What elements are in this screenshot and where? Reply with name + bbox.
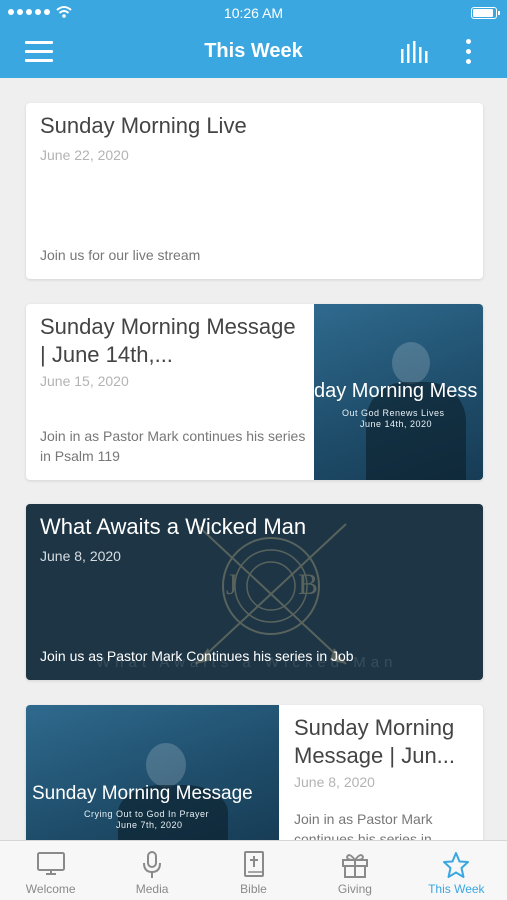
tab-media[interactable]: Media: [101, 841, 202, 900]
card-description: Join us as Pastor Mark Continues his ser…: [40, 648, 354, 664]
feed-card[interactable]: Sunday Morning Live June 22, 2020 Join u…: [26, 103, 483, 279]
bible-icon: [243, 851, 264, 877]
thumbnail-subtitle: Out God Renews Lives: [342, 408, 445, 418]
card-description: Join in as Pastor Mark continues his ser…: [40, 428, 306, 464]
tab-label: Giving: [337, 882, 372, 896]
card-date: June 8, 2020: [40, 548, 121, 564]
emblem-letter-j: J: [226, 568, 238, 601]
card-description: Join in as Pastor Mark continues his ser…: [294, 811, 433, 840]
feed-card[interactable]: Sunday Morning Message Crying Out to God…: [26, 705, 483, 840]
feed-card[interactable]: Sunday Morning Message | June 14th,... J…: [26, 304, 483, 480]
feed-card[interactable]: J B What Awaits a Wicked Man June 8, 202…: [26, 504, 483, 680]
thumbnail-subtitle: Crying Out to God In Prayer: [84, 809, 210, 819]
status-time: 10:26 AM: [223, 5, 284, 21]
star-icon: [443, 852, 470, 878]
week-feed: Sunday Morning Live June 22, 2020 Join u…: [0, 78, 507, 840]
microphone-icon: [143, 851, 162, 878]
bottom-tab-bar: Welcome Media Bible Giving This Week: [0, 840, 507, 900]
tab-label: This Week: [428, 882, 485, 896]
thumbnail-date: June 14th, 2020: [360, 419, 433, 429]
card-title: Sunday Morning Live: [40, 113, 247, 138]
card-date: June 15, 2020: [40, 373, 129, 389]
audio-bars-icon[interactable]: [400, 41, 430, 63]
more-options-icon[interactable]: [462, 39, 474, 65]
tab-bible[interactable]: Bible: [203, 841, 304, 900]
card-description: Join us for our live stream: [40, 247, 201, 263]
card-date: June 8, 2020: [294, 774, 375, 790]
sermon-thumbnail: day Morning Mess Out God Renews Lives Ju…: [314, 304, 483, 480]
page-title: This Week: [204, 40, 303, 62]
card-date: June 22, 2020: [40, 147, 129, 163]
card-title: Sunday Morning Message | Jun...: [294, 715, 456, 768]
card-title: Sunday Morning Message | June 14th,...: [40, 314, 296, 367]
tab-giving[interactable]: Giving: [304, 841, 405, 900]
card-title: What Awaits a Wicked Man: [40, 514, 307, 539]
thumbnail-title: Sunday Morning Message: [32, 783, 253, 804]
tab-this-week[interactable]: This Week: [406, 841, 507, 900]
tab-label: Media: [135, 882, 169, 896]
status-bar: 10:26 AM: [0, 0, 507, 26]
sermon-thumbnail: Sunday Morning Message Crying Out to God…: [26, 705, 279, 840]
thumbnail-date: June 7th, 2020: [116, 820, 183, 830]
battery-icon: [471, 7, 500, 19]
app-bar: This Week: [0, 26, 507, 78]
tab-label: Welcome: [25, 882, 76, 896]
tab-welcome[interactable]: Welcome: [0, 841, 101, 900]
monitor-icon: [36, 852, 65, 875]
thumbnail-title: day Morning Mess: [314, 380, 478, 402]
tab-label: Bible: [240, 882, 267, 896]
emblem-letter-b: B: [298, 568, 318, 601]
gift-icon: [341, 854, 368, 878]
